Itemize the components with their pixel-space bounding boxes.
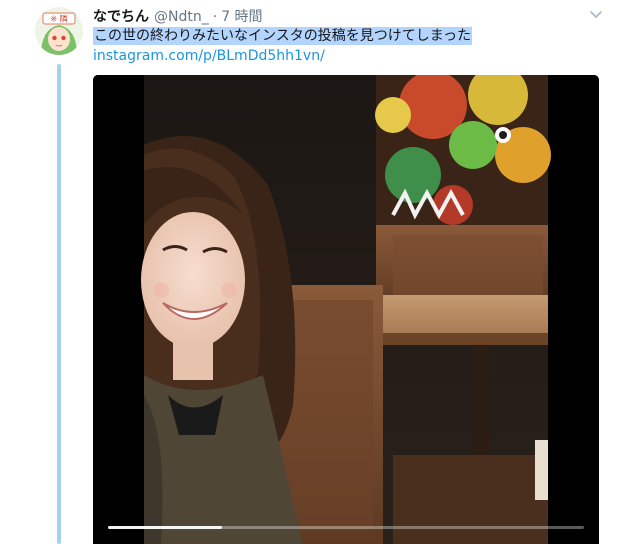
chevron-down-icon	[590, 11, 602, 18]
user-handle[interactable]: @Ndtn_	[154, 9, 209, 25]
tweet-text-selected: この世の終わりみたいなインスタの投稿を見つけてしまった	[93, 27, 473, 45]
video-progress-bar[interactable]	[108, 526, 584, 529]
video-frame	[93, 75, 599, 544]
more-options-button[interactable]	[588, 6, 604, 22]
video-progress-fill	[108, 526, 223, 529]
thread-line	[57, 64, 61, 544]
tweet-header: なでちん @Ndtn_ · 7 時間	[93, 6, 263, 26]
instagram-link[interactable]: instagram.com/p/BLmDd5hh1vn/	[93, 46, 325, 66]
avatar-image: ※ 隣	[35, 7, 83, 55]
tweet-text: この世の終わりみたいなインスタの投稿を見つけてしまった	[93, 26, 473, 46]
video-player[interactable]	[93, 75, 599, 544]
display-name[interactable]: なでちん	[93, 6, 149, 26]
separator-dot: ·	[212, 9, 218, 25]
avatar-badge-text: ※ 隣	[50, 14, 67, 24]
avatar[interactable]: ※ 隣	[35, 7, 83, 55]
tweet-timestamp[interactable]: 7 時間	[221, 6, 262, 26]
